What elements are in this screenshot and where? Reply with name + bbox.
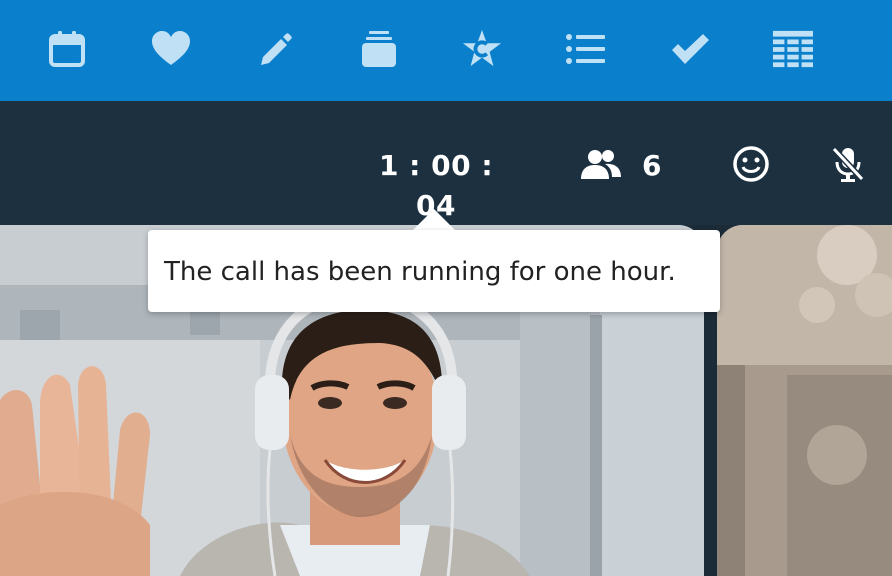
side-video-tile[interactable] — [717, 225, 892, 576]
tooltip-text: The call has been running for one hour. — [164, 257, 676, 287]
participants-count: 6 — [642, 149, 662, 182]
stack-icon[interactable] — [359, 27, 399, 71]
list-icon[interactable] — [565, 27, 605, 71]
emoji-reaction-button[interactable] — [731, 144, 771, 184]
mute-microphone-button[interactable] — [828, 144, 868, 184]
smiley-icon — [733, 146, 769, 182]
check-icon[interactable] — [670, 27, 710, 71]
tooltip-arrow — [412, 209, 456, 231]
participants-icon[interactable] — [580, 146, 622, 182]
heart-icon[interactable] — [151, 27, 191, 71]
pencil-icon[interactable] — [255, 27, 295, 71]
calendar-icon[interactable] — [47, 27, 87, 71]
microphone-off-icon — [831, 146, 865, 182]
call-duration-timer[interactable]: 1 : 00 : 04 — [360, 146, 512, 222]
star-c-icon[interactable] — [462, 27, 502, 71]
participant-video-image — [717, 225, 892, 576]
top-toolbar — [0, 0, 892, 101]
table-icon[interactable] — [773, 27, 813, 71]
